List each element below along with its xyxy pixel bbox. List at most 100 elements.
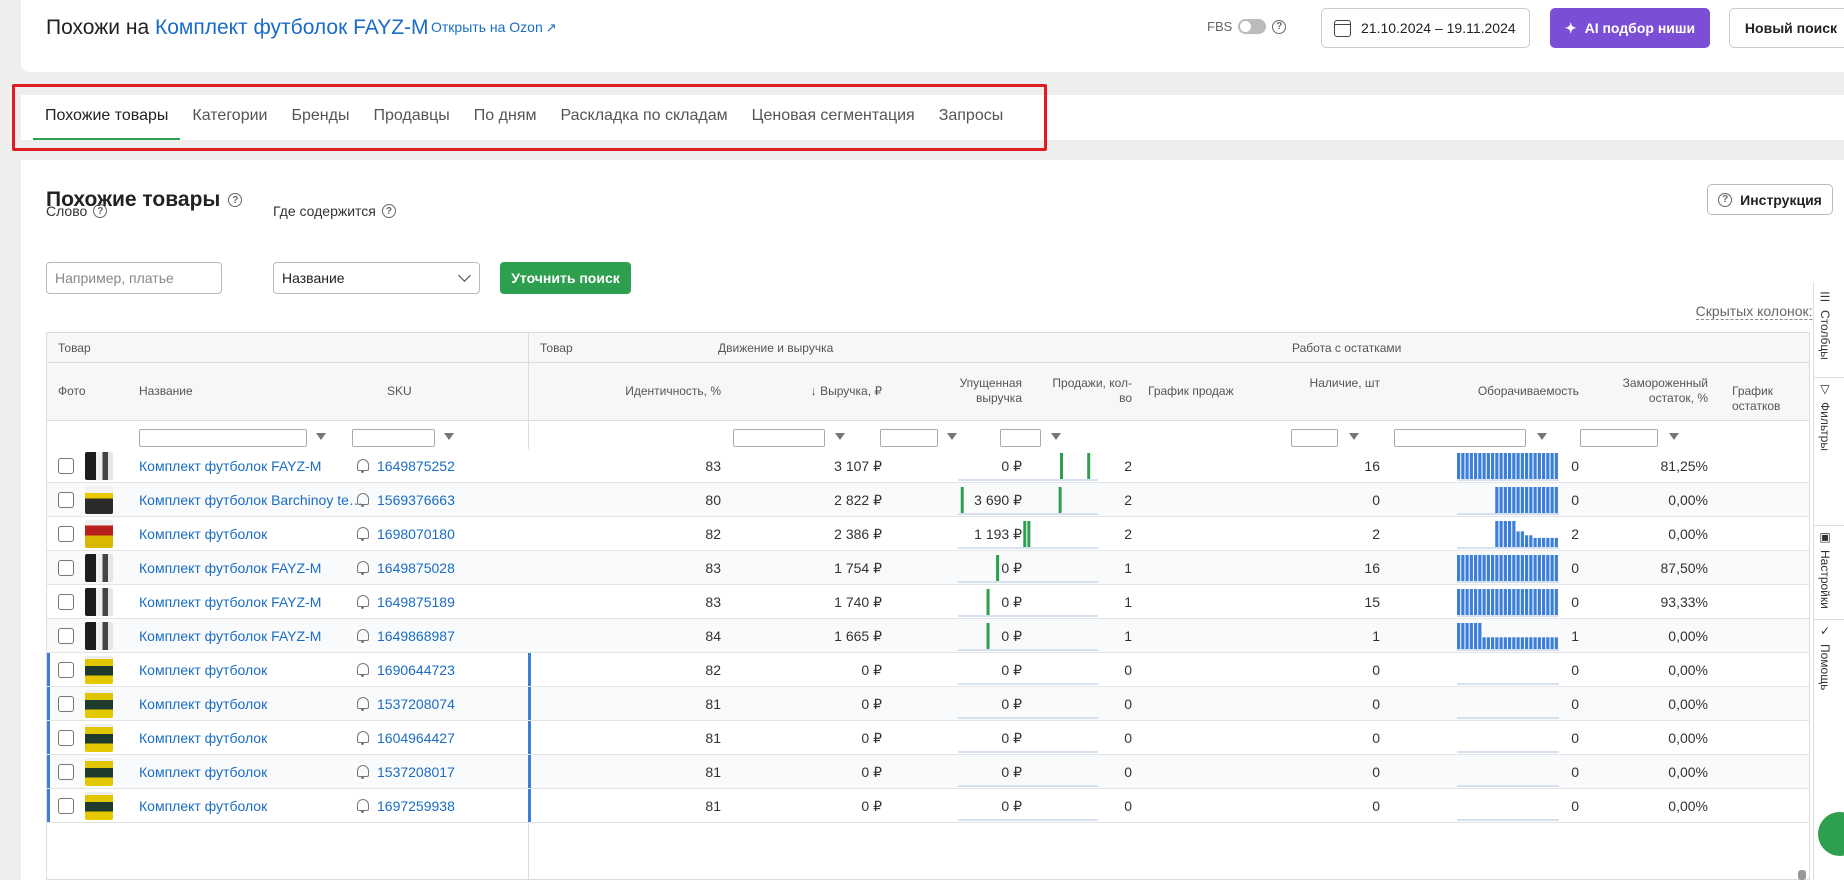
filter-icon[interactable] — [1349, 433, 1359, 440]
col-revenue[interactable]: ↓ Выручка, ₽ — [737, 384, 882, 399]
stock-chart-bar — [1499, 637, 1503, 649]
row-checkbox[interactable] — [58, 628, 74, 644]
product-name-link[interactable]: Комплект футболок FAYZ-M — [139, 628, 365, 644]
bell-icon[interactable] — [357, 527, 369, 541]
ai-niche-button[interactable]: ✦ AI подбор ниши — [1550, 8, 1710, 48]
product-name-link[interactable]: Комплект футболок — [139, 798, 365, 814]
product-name-link[interactable]: Комплект футболок FAYZ-M — [139, 560, 365, 576]
sku-link[interactable]: 1649875252 — [377, 458, 455, 474]
stock-filter-input[interactable] — [1291, 429, 1338, 447]
row-checkbox[interactable] — [58, 662, 74, 678]
bell-icon[interactable] — [357, 731, 369, 745]
sku-link[interactable]: 1649875028 — [377, 560, 455, 576]
filter-icon[interactable] — [1051, 433, 1061, 440]
side-filters[interactable]: ▽ Фильтры — [1818, 382, 1832, 451]
row-checkbox[interactable] — [58, 560, 74, 576]
product-photo — [85, 656, 113, 684]
col-lost-revenue[interactable]: Упущенная выручка — [917, 376, 1022, 406]
bell-icon[interactable] — [357, 765, 369, 779]
product-name-link[interactable]: Комплект футболок — [139, 730, 365, 746]
row-checkbox[interactable] — [58, 594, 74, 610]
where-select[interactable]: Название — [273, 262, 480, 294]
sku-link[interactable]: 1569376663 — [377, 492, 455, 508]
revenue-filter-input[interactable] — [733, 429, 825, 447]
stock-chart — [1457, 453, 1559, 481]
tab-6[interactable]: Ценовая сегментация — [740, 95, 927, 140]
product-name-link[interactable]: Комплект футболок FAYZ-M — [139, 594, 365, 610]
bell-icon[interactable] — [357, 663, 369, 677]
bell-icon[interactable] — [357, 697, 369, 711]
product-name-link[interactable]: Комплект футболок Barchinoy textile — [139, 492, 365, 508]
help-icon[interactable]: ? — [228, 193, 243, 207]
side-columns[interactable]: ☰ Столбцы — [1818, 290, 1832, 360]
help-icon[interactable]: ? — [381, 204, 396, 218]
row-checkbox[interactable] — [58, 526, 74, 542]
help-icon[interactable]: ? — [93, 204, 108, 218]
product-name-link[interactable]: Комплект футболок — [139, 526, 365, 542]
tab-0[interactable]: Похожие товары — [33, 95, 181, 140]
word-input[interactable]: Например, платье — [46, 262, 222, 294]
turnover-filter-input[interactable] — [1394, 429, 1526, 447]
bell-icon[interactable] — [357, 459, 369, 473]
col-stock[interactable]: Наличие, шт — [1302, 376, 1380, 391]
tab-4[interactable]: По дням — [462, 95, 549, 140]
filter-icon[interactable] — [316, 433, 326, 440]
tab-1[interactable]: Категории — [180, 95, 279, 140]
sku-link[interactable]: 1698070180 — [377, 526, 455, 542]
tab-2[interactable]: Бренды — [279, 95, 361, 140]
bell-icon[interactable] — [357, 561, 369, 575]
sku-link[interactable]: 1537208074 — [377, 696, 455, 712]
lost-filter-input[interactable] — [880, 429, 938, 447]
bell-icon[interactable] — [357, 595, 369, 609]
bell-icon[interactable] — [357, 493, 369, 507]
row-checkbox[interactable] — [58, 730, 74, 746]
filter-icon[interactable] — [835, 433, 845, 440]
col-sku[interactable]: SKU — [387, 384, 412, 399]
col-identity[interactable]: Идентичность, % — [540, 384, 721, 399]
sku-link[interactable]: 1649875189 — [377, 594, 455, 610]
help-icon[interactable]: ? — [1272, 19, 1287, 34]
bell-icon[interactable] — [357, 629, 369, 643]
name-filter-input[interactable] — [139, 429, 307, 447]
tab-7[interactable]: Запросы — [927, 95, 1016, 140]
frozen-filter-input[interactable] — [1580, 429, 1658, 447]
sales-filter-input[interactable] — [1000, 429, 1041, 447]
sku-link[interactable]: 1690644723 — [377, 662, 455, 678]
row-checkbox[interactable] — [58, 764, 74, 780]
row-checkbox[interactable] — [58, 492, 74, 508]
product-title-link[interactable]: Комплект футболок FAYZ-M — [155, 16, 429, 39]
tab-3[interactable]: Продавцы — [361, 95, 461, 140]
sku-link[interactable]: 1604964427 — [377, 730, 455, 746]
open-on-ozon-link[interactable]: Открыть на Ozon ↗ — [431, 19, 557, 36]
side-settings[interactable]: ▣ Настройки — [1818, 530, 1832, 609]
filter-icon[interactable] — [1669, 433, 1679, 440]
scrollbar[interactable] — [1798, 870, 1806, 880]
sku-link[interactable]: 1649868987 — [377, 628, 455, 644]
product-name-link[interactable]: Комплект футболок — [139, 662, 365, 678]
instruction-button[interactable]: ? Инструкция — [1707, 184, 1833, 215]
product-name-link[interactable]: Комплект футболок — [139, 764, 365, 780]
tab-5[interactable]: Раскладка по складам — [548, 95, 739, 140]
col-sales[interactable]: Продажи, кол-во — [1047, 376, 1132, 406]
row-checkbox[interactable] — [58, 798, 74, 814]
col-frozen[interactable]: Замороженный остаток, % — [1597, 376, 1708, 406]
hidden-columns-link[interactable]: Скрытых колонок: 25 — [1695, 303, 1832, 320]
sku-filter-input[interactable] — [352, 429, 435, 447]
col-turnover[interactable]: Оборачиваемость — [1407, 384, 1579, 399]
fbs-toggle[interactable] — [1238, 19, 1267, 34]
filter-icon[interactable] — [444, 433, 454, 440]
product-name-link[interactable]: Комплект футболок FAYZ-M — [139, 458, 365, 474]
sku-link[interactable]: 1697259938 — [377, 798, 455, 814]
col-name[interactable]: Название — [139, 384, 193, 399]
product-name-link[interactable]: Комплект футболок — [139, 696, 365, 712]
filter-icon[interactable] — [947, 433, 957, 440]
new-search-button[interactable]: Новый поиск — [1729, 8, 1844, 48]
row-checkbox[interactable] — [58, 458, 74, 474]
date-range-picker[interactable]: 21.10.2024 – 19.11.2024 — [1321, 8, 1530, 48]
refine-search-button[interactable]: Уточнить поиск — [500, 262, 631, 294]
sku-link[interactable]: 1537208017 — [377, 764, 455, 780]
filter-icon[interactable] — [1537, 433, 1547, 440]
side-help[interactable]: ✓ Помощь — [1818, 624, 1832, 690]
bell-icon[interactable] — [357, 799, 369, 813]
row-checkbox[interactable] — [58, 696, 74, 712]
